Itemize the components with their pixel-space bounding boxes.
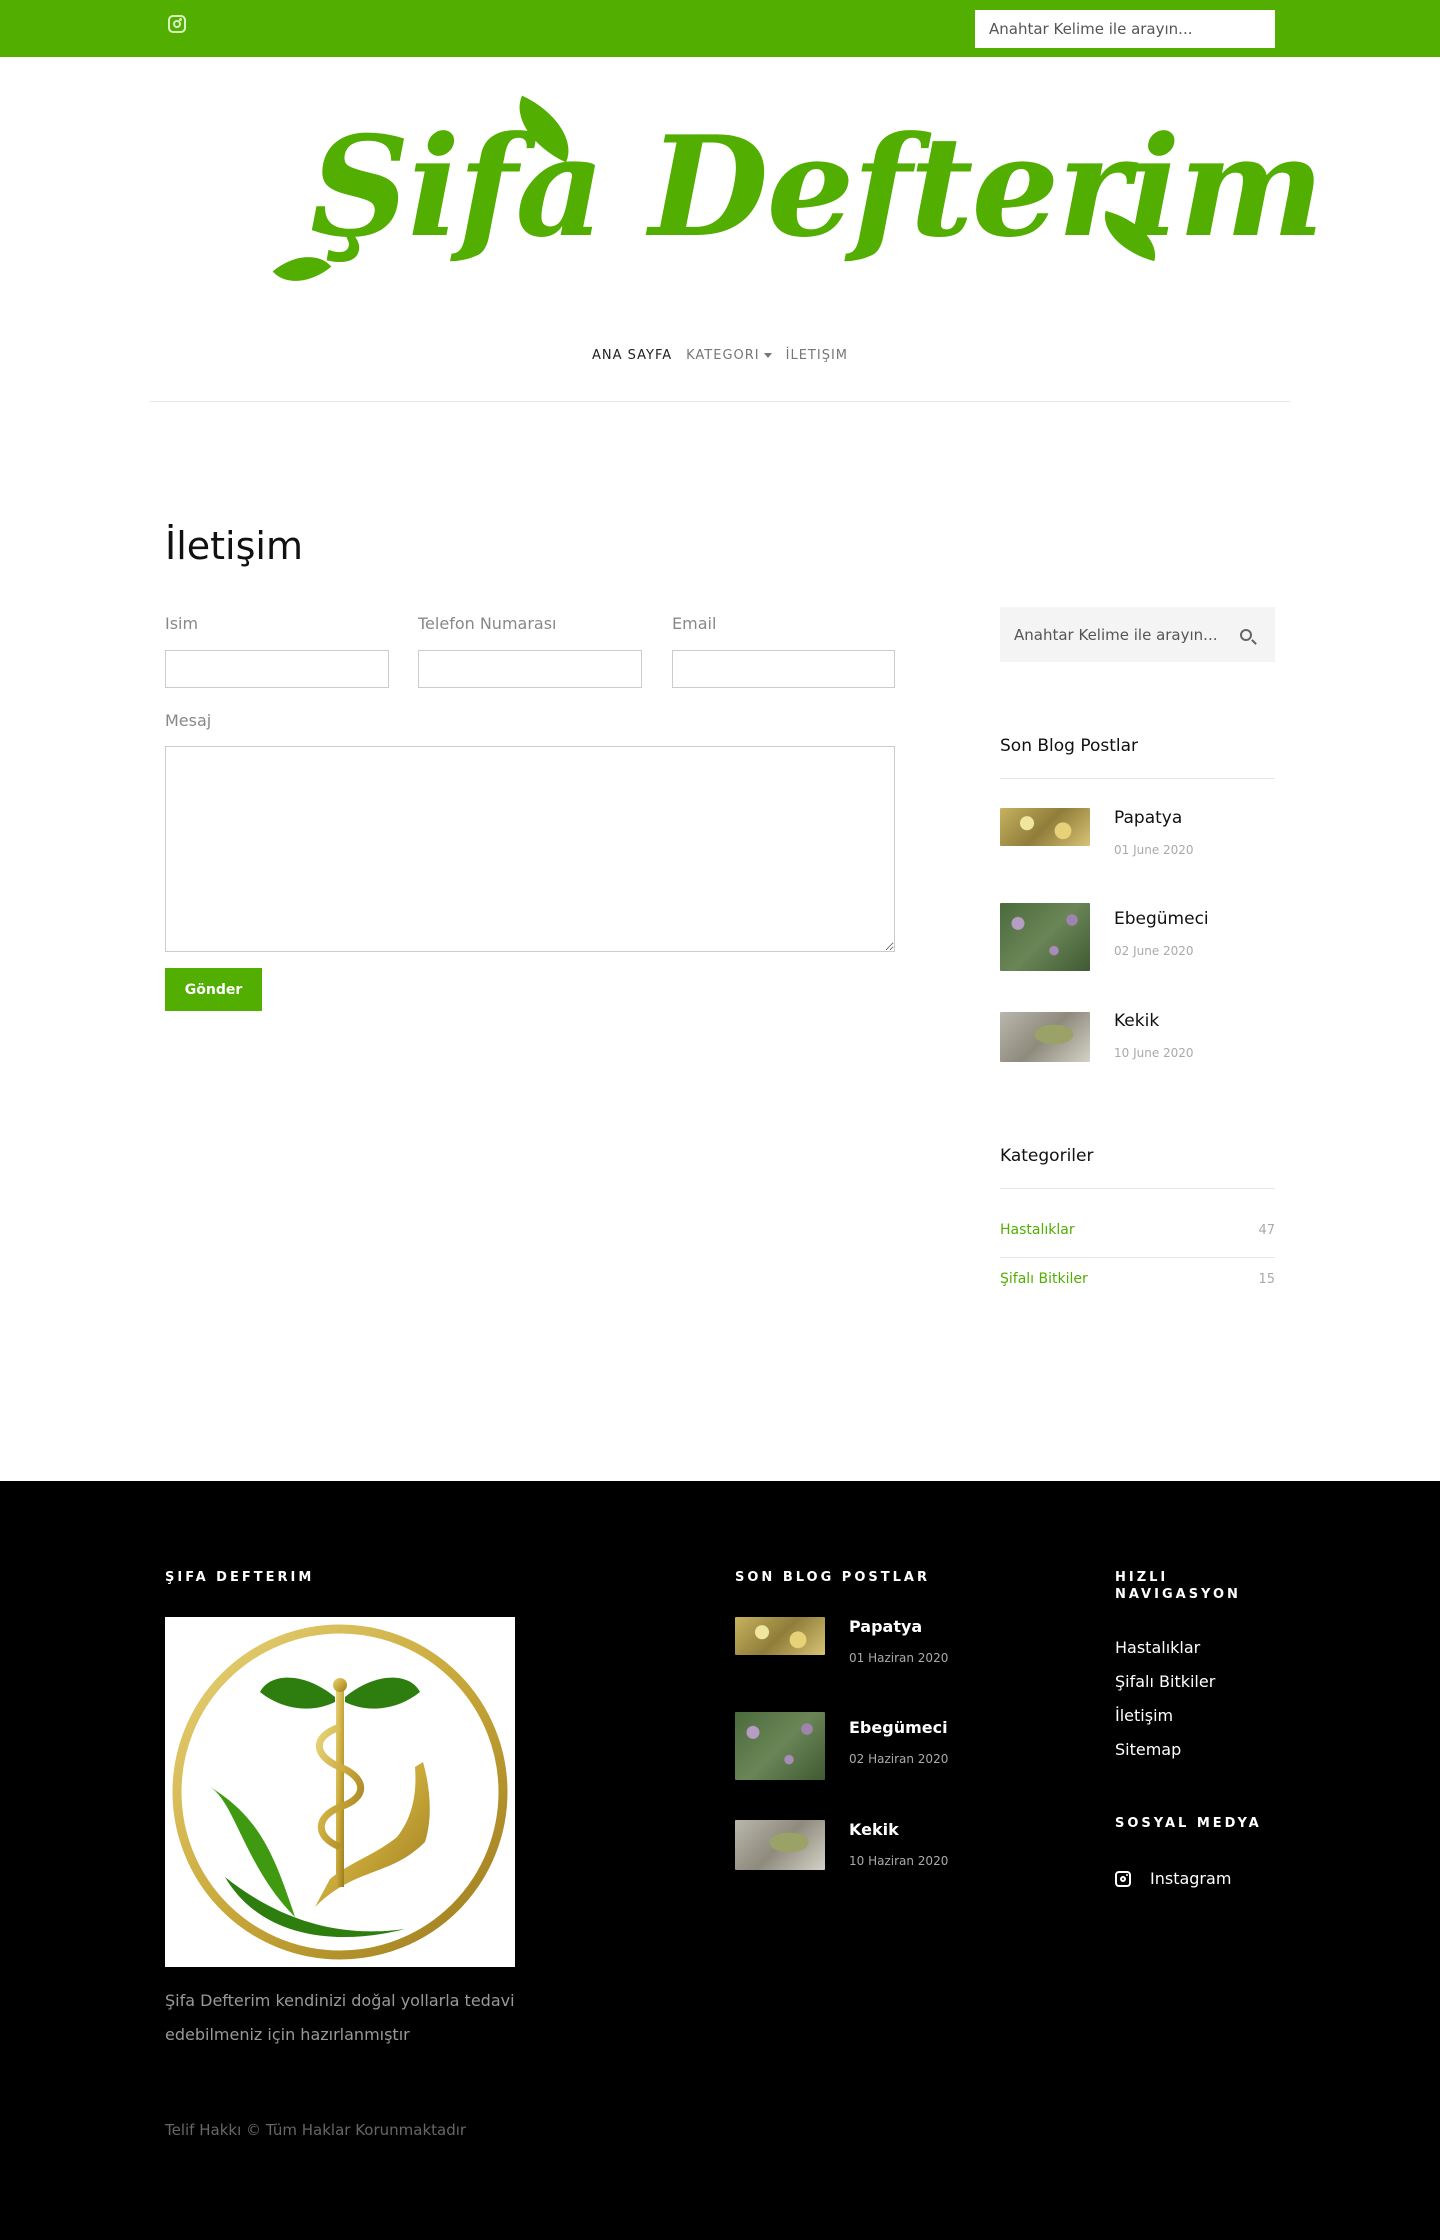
footer-instagram-link[interactable]: Instagram: [1150, 1869, 1231, 1888]
footer-post-title[interactable]: Ebegümeci: [849, 1718, 948, 1737]
post-thumbnail[interactable]: [1000, 903, 1090, 971]
logo-text: Şifa Defterim: [310, 105, 1324, 268]
top-bar: [0, 0, 1440, 57]
footer-brand-heading: ŞIFA DEFTERIM: [165, 1570, 315, 1585]
footer-post-title[interactable]: Kekik: [849, 1820, 899, 1839]
post-thumbnail[interactable]: [1000, 808, 1090, 846]
footer-nav-heading-line2: NAVIGASYON: [1115, 1587, 1241, 1602]
category-link[interactable]: Şifalı Bitkiler: [1000, 1271, 1088, 1287]
phone-label: Telefon Numarası: [418, 614, 557, 633]
phone-field[interactable]: [418, 650, 642, 688]
top-search-input[interactable]: [975, 10, 1275, 48]
footer-post-thumbnail[interactable]: [735, 1712, 825, 1780]
footer-post-thumbnail[interactable]: [735, 1820, 825, 1870]
caduceus-logo-icon: [172, 1624, 508, 1960]
footer-logo: [165, 1617, 515, 1967]
divider: [1000, 1188, 1275, 1189]
post-date: 02 June 2020: [1114, 944, 1194, 958]
categories-heading: Kategoriler: [1000, 1146, 1094, 1166]
recent-posts-heading: Son Blog Postlar: [1000, 736, 1139, 756]
name-label: Isim: [165, 614, 199, 633]
page-title: İletişim: [165, 524, 303, 568]
instagram-icon[interactable]: [168, 15, 186, 33]
sidebar-search-input[interactable]: [1014, 607, 1224, 662]
site-logo[interactable]: Şifa Defterim: [270, 95, 1324, 320]
category-link[interactable]: Hastalıklar: [1000, 1222, 1075, 1238]
main-nav: ANA SAYFA KATEGORI İLETIŞIM: [0, 348, 1440, 363]
instagram-icon[interactable]: [1115, 1871, 1131, 1887]
category-count: 47: [1258, 1223, 1275, 1238]
category-count: 15: [1258, 1272, 1275, 1287]
post-thumbnail[interactable]: [1000, 1012, 1090, 1062]
submit-button[interactable]: Gönder: [165, 968, 262, 1011]
footer-link-sifali-bitkiler[interactable]: Şifalı Bitkiler: [1115, 1672, 1215, 1691]
footer-post-date: 02 Haziran 2020: [849, 1752, 949, 1766]
post-date: 10 June 2020: [1114, 1046, 1194, 1060]
message-label: Mesaj: [165, 711, 212, 730]
post-title[interactable]: Papatya: [1114, 808, 1182, 828]
search-icon[interactable]: [1240, 629, 1252, 641]
nav-divider: [150, 401, 1290, 402]
footer-post-title[interactable]: Papatya: [849, 1617, 922, 1636]
divider: [1000, 778, 1275, 779]
nav-item-category-label: KATEGORI: [686, 348, 760, 363]
nav-item-contact[interactable]: İLETIŞIM: [786, 348, 848, 363]
footer-description: Şifa Defterim kendinizi doğal yollarla t…: [165, 1991, 515, 2044]
name-field[interactable]: [165, 650, 389, 688]
footer-link-hastaliklar[interactable]: Hastalıklar: [1115, 1638, 1200, 1657]
sidebar-search: [1000, 607, 1275, 662]
email-field[interactable]: [672, 650, 895, 688]
message-field[interactable]: [165, 746, 895, 952]
nav-item-category[interactable]: KATEGORI: [686, 348, 772, 363]
email-label: Email: [672, 614, 717, 633]
post-title[interactable]: Kekik: [1114, 1011, 1159, 1031]
footer-posts-heading: SON BLOG POSTLAR: [735, 1570, 930, 1585]
post-date: 01 June 2020: [1114, 843, 1194, 857]
nav-item-home[interactable]: ANA SAYFA: [592, 348, 672, 363]
footer-post-date: 01 Haziran 2020: [849, 1651, 949, 1665]
footer-link-sitemap[interactable]: Sitemap: [1115, 1740, 1181, 1759]
footer-post-date: 10 Haziran 2020: [849, 1854, 949, 1868]
copyright: Telif Hakkı © Tüm Haklar Korunmaktadır: [165, 2121, 467, 2139]
footer-social-heading: SOSYAL MEDYA: [1115, 1816, 1262, 1831]
divider: [1000, 1257, 1275, 1258]
footer-nav-heading: HIZLI: [1115, 1570, 1169, 1585]
footer-link-iletisim[interactable]: İletişim: [1115, 1706, 1173, 1725]
post-title[interactable]: Ebegümeci: [1114, 909, 1209, 929]
caret-down-icon: [763, 353, 772, 358]
footer-post-thumbnail[interactable]: [735, 1617, 825, 1655]
